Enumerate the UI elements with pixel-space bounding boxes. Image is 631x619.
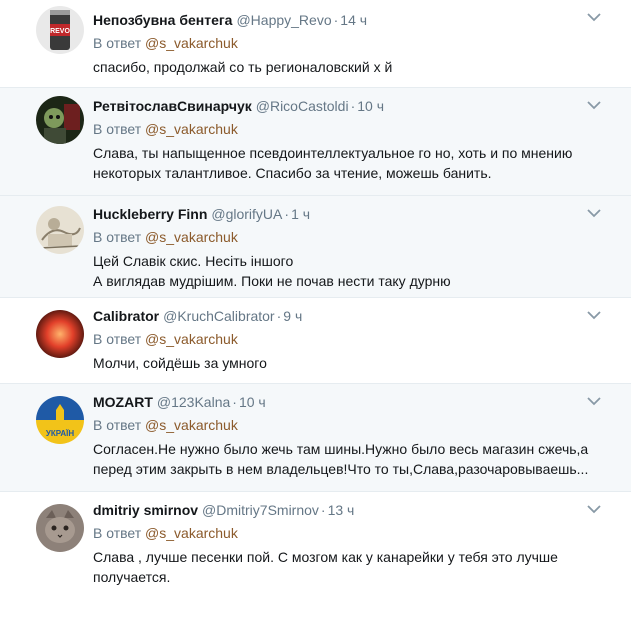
timestamp[interactable]: 10 ч — [239, 394, 266, 410]
user-handle[interactable]: @KruchCalibrator — [163, 308, 274, 324]
separator-dot: · — [232, 394, 237, 410]
tweet-text-line: Цей Славік скис. Несіть іншого — [93, 253, 294, 269]
tweet-text-line: Слава , лучше песенки пой. С мозгом как … — [93, 549, 558, 565]
tweet-text-line: А виглядав мудрішим. Поки не почав нести… — [93, 273, 451, 289]
tweet-text: Слава, ты напыщенное псевдоинтеллектуаль… — [93, 143, 591, 183]
avatar-caption-text: УКРАЇН — [46, 429, 74, 438]
avatar[interactable]: REVO — [36, 6, 84, 54]
chevron-down-icon[interactable] — [587, 12, 601, 22]
tweet[interactable]: РетвітославСвинарчук @RicoCastoldi · 10 ч В… — [0, 88, 631, 196]
chevron-down-icon[interactable] — [587, 504, 601, 514]
separator-dot: · — [284, 206, 290, 222]
separator-dot: · — [320, 502, 326, 518]
user-handle[interactable]: @Dmitriy7Smirnov — [202, 502, 319, 518]
reply-mention-link[interactable]: @s_vakarchuk — [145, 121, 238, 137]
avatar-can-image: REVO — [36, 6, 84, 54]
user-handle[interactable]: @Happy_Revo — [236, 12, 331, 28]
tweet-text-line: Согласен.Не нужно было жечь там шины.Нуж… — [93, 441, 589, 457]
tweet-text: спасибо, продолжай со ть регионаловский … — [93, 57, 591, 77]
tweet-text-line: перед этим закрыть в нем владельцев!Что … — [93, 461, 589, 477]
display-name[interactable]: Huckleberry Finn — [93, 206, 207, 222]
tweet[interactable]: REVO Непозбувна бентега @Happy_Revo · 14 ч … — [0, 0, 631, 88]
timestamp[interactable]: 13 ч — [328, 502, 355, 518]
avatar[interactable] — [36, 96, 84, 144]
display-name[interactable]: РетвітославСвинарчук — [93, 98, 252, 114]
avatar-brand-text: REVO — [50, 28, 70, 35]
user-handle[interactable]: @RicoCastoldi — [256, 98, 349, 114]
timestamp[interactable]: 10 ч — [357, 98, 384, 114]
avatar-sketch-image — [36, 206, 84, 254]
tweet-text-line: получается. — [93, 569, 171, 585]
reply-mention-link[interactable]: @s_vakarchuk — [145, 331, 238, 347]
tweet-text: Согласен.Не нужно было жечь там шины.Нуж… — [93, 439, 591, 479]
reply-prefix: В ответ — [93, 525, 142, 541]
tweet-header: MOZART @123Kalna · 10 ч — [93, 392, 591, 412]
chevron-down-icon[interactable] — [587, 310, 601, 320]
tweet-text: Цей Славік скис. Несіть іншого А вигляда… — [93, 251, 591, 291]
avatar[interactable] — [36, 504, 84, 552]
timestamp[interactable]: 1 ч — [291, 206, 310, 222]
tweet-text: Молчи, сойдёшь за умного — [93, 353, 591, 373]
tweet[interactable]: dmitriy smirnov @Dmitriy7Smirnov · 13 ч В о… — [0, 492, 631, 619]
chevron-down-icon[interactable] — [587, 100, 601, 110]
reply-mention-link[interactable]: @s_vakarchuk — [145, 525, 238, 541]
reply-context: В ответ @s_vakarchuk — [93, 329, 591, 349]
reply-prefix: В ответ — [93, 331, 142, 347]
reply-mention-link[interactable]: @s_vakarchuk — [145, 229, 238, 245]
separator-dot: · — [350, 98, 356, 114]
tweet[interactable]: Calibrator @KruchCalibrator · 9 ч В ответ @… — [0, 298, 631, 384]
reply-prefix: В ответ — [93, 121, 142, 137]
separator-dot: · — [276, 308, 282, 324]
tweet-feed: REVO Непозбувна бентега @Happy_Revo · 14 ч … — [0, 0, 631, 619]
chevron-down-icon[interactable] — [587, 208, 601, 218]
chevron-down-icon[interactable] — [587, 396, 601, 406]
tweet-text: Слава , лучше песенки пой. С мозгом как … — [93, 547, 591, 587]
avatar[interactable] — [36, 206, 84, 254]
reply-context: В ответ @s_vakarchuk — [93, 523, 591, 543]
avatar-cartoon-image — [36, 96, 84, 144]
timestamp[interactable]: 9 ч — [283, 308, 302, 324]
tweet[interactable]: Huckleberry Finn @glorifyUA · 1 ч В ответ @… — [0, 196, 631, 298]
avatar-orange-image — [36, 310, 84, 358]
tweet-header: Непозбувна бентега @Happy_Revo · 14 ч — [93, 10, 591, 30]
tweet-header: Huckleberry Finn @glorifyUA · 1 ч — [93, 204, 591, 224]
tweet-text-line: Слава, ты напыщенное псевдоинтеллектуаль… — [93, 145, 573, 161]
tweet-header: dmitriy smirnov @Dmitriy7Smirnov · 13 ч — [93, 500, 591, 520]
reply-mention-link[interactable]: @s_vakarchuk — [145, 417, 238, 433]
reply-context: В ответ @s_vakarchuk — [93, 415, 591, 435]
tweet[interactable]: УКРАЇН MOZART @123Kalna · 10 ч В ответ @s_v… — [0, 384, 631, 492]
reply-prefix: В ответ — [93, 417, 142, 433]
reply-prefix: В ответ — [93, 229, 142, 245]
display-name[interactable]: Calibrator — [93, 308, 159, 324]
reply-mention-link[interactable]: @s_vakarchuk — [145, 35, 238, 51]
display-name[interactable]: Непозбувна бентега — [93, 12, 232, 28]
user-handle[interactable]: @123Kalna — [157, 394, 230, 410]
reply-context: В ответ @s_vakarchuk — [93, 119, 591, 139]
reply-context: В ответ @s_vakarchuk — [93, 33, 591, 53]
avatar[interactable]: УКРАЇН — [36, 396, 84, 444]
reply-prefix: В ответ — [93, 35, 142, 51]
tweet-header: Calibrator @KruchCalibrator · 9 ч — [93, 306, 591, 326]
tweet-text-line: спасибо, продолжай со ть регионаловский … — [93, 59, 393, 75]
tweet-text-line: некоторых талантливое. Спасибо за чтение… — [93, 165, 492, 181]
tweet-text-line: Молчи, сойдёшь за умного — [93, 355, 267, 371]
timestamp[interactable]: 14 ч — [340, 12, 367, 28]
avatar[interactable] — [36, 310, 84, 358]
avatar-ukraine-flag-image: УКРАЇН — [36, 396, 84, 444]
tweet-header: РетвітославСвинарчук @RicoCastoldi · 10 ч — [93, 96, 591, 116]
avatar-cat-image — [36, 504, 84, 552]
user-handle[interactable]: @glorifyUA — [211, 206, 282, 222]
display-name[interactable]: dmitriy smirnov — [93, 502, 198, 518]
reply-context: В ответ @s_vakarchuk — [93, 227, 591, 247]
display-name[interactable]: MOZART — [93, 394, 153, 410]
separator-dot: · — [333, 12, 339, 28]
